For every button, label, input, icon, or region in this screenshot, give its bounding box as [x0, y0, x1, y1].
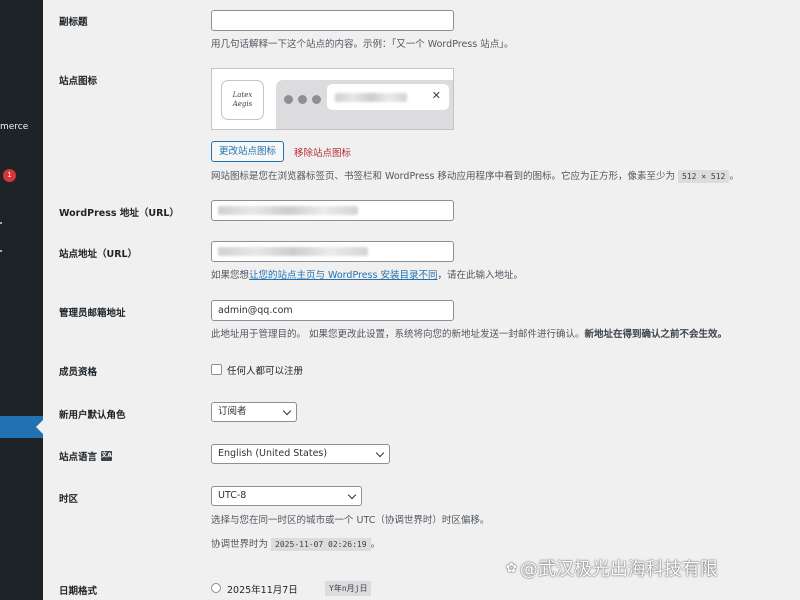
site-icon-preview: Latex Aegis ✕	[211, 68, 454, 130]
membership-checkbox[interactable]	[211, 364, 222, 375]
browser-dot-icon	[312, 95, 321, 104]
wp-address-input[interactable]	[211, 200, 454, 221]
site-language-select[interactable]: English (United States)	[211, 444, 390, 464]
tagline-input[interactable]	[211, 10, 454, 31]
admin-email-label: 管理员邮箱地址	[59, 308, 126, 319]
site-address-label: 站点地址（URL）	[59, 249, 138, 260]
settings-form: 副标题 用几句话解释一下这个站点的内容。示例：「又一个 WordPress 站点…	[43, 0, 800, 600]
tagline-description: 用几句话解释一下这个站点的内容。示例：「又一个 WordPress 站点」。	[211, 39, 514, 50]
site-address-input[interactable]	[211, 241, 454, 262]
utc-time: 协调世界时为 2025-11-07 02:26:19。	[211, 538, 381, 551]
sidebar-item-woocommerce[interactable]: merce	[0, 122, 28, 132]
sidebar-item-marker	[0, 250, 2, 252]
default-role-value: 订阅者	[218, 406, 247, 417]
chevron-down-icon	[282, 406, 292, 416]
chevron-down-icon	[347, 490, 357, 500]
tagline-label: 副标题	[59, 17, 88, 28]
site-icon-label: 站点图标	[59, 76, 98, 87]
timezone-value: UTC-8	[218, 490, 247, 501]
admin-email-description: 此地址用于管理目的。 如果您更改此设置，系统将向您的新地址发送一封邮件进行确认。…	[211, 329, 728, 340]
chevron-down-icon	[375, 448, 385, 458]
sidebar-active-arrow-icon	[36, 420, 43, 434]
sidebar-item-marker	[0, 222, 2, 224]
translation-icon: 文A	[101, 451, 113, 461]
timezone-description: 选择与您在同一时区的城市或一个 UTC（协调世界时）时区偏移。	[211, 515, 490, 526]
default-role-label: 新用户默认角色	[59, 410, 126, 421]
watermark: ✿ @武汉极光出海科技有限	[506, 559, 718, 580]
change-site-icon-button[interactable]: 更改站点图标	[211, 141, 285, 162]
site-address-help: 如果您想让您的站点主页与 WordPress 安装目录不同，请在此输入地址。	[211, 270, 523, 281]
sidebar-update-badge: 1	[3, 169, 16, 182]
browser-dot-icon	[284, 95, 293, 104]
remove-site-icon-link[interactable]: 移除站点图标	[294, 145, 351, 159]
blurred-site-title	[335, 93, 407, 102]
site-icon-logo: Latex Aegis	[221, 80, 264, 120]
membership-checkbox-label[interactable]: 任何人都可以注册	[227, 363, 303, 377]
close-icon: ✕	[431, 89, 441, 102]
date-format-label: 日期格式	[59, 586, 98, 597]
membership-label: 成员资格	[59, 367, 98, 378]
date-format-option[interactable]: 2025年11月7日	[227, 582, 298, 596]
timezone-select[interactable]: UTC-8	[211, 486, 362, 506]
watermark-logo-icon: ✿	[506, 560, 517, 576]
date-format-radio[interactable]	[211, 583, 221, 593]
admin-sidebar: merce 1	[0, 0, 43, 600]
blurred-url	[218, 247, 368, 256]
site-address-help-link[interactable]: 让您的站点主页与 WordPress 安装目录不同	[249, 270, 437, 281]
wp-address-label: WordPress 地址（URL）	[59, 208, 179, 219]
site-language-value: English (United States)	[218, 448, 328, 459]
site-language-label: 站点语言 文A	[59, 451, 113, 463]
browser-tab-preview: ✕	[327, 84, 449, 110]
admin-email-input[interactable]	[211, 300, 454, 321]
timezone-label: 时区	[59, 494, 79, 505]
blurred-url	[218, 206, 358, 215]
date-format-code: Y年n月j日	[325, 581, 372, 596]
default-role-select[interactable]: 订阅者	[211, 402, 297, 422]
site-icon-description: 网站图标是您在浏览器标签页、书签栏和 WordPress 移动应用程序中看到的图…	[211, 170, 739, 183]
browser-preview: ✕	[276, 80, 453, 129]
browser-dot-icon	[298, 95, 307, 104]
